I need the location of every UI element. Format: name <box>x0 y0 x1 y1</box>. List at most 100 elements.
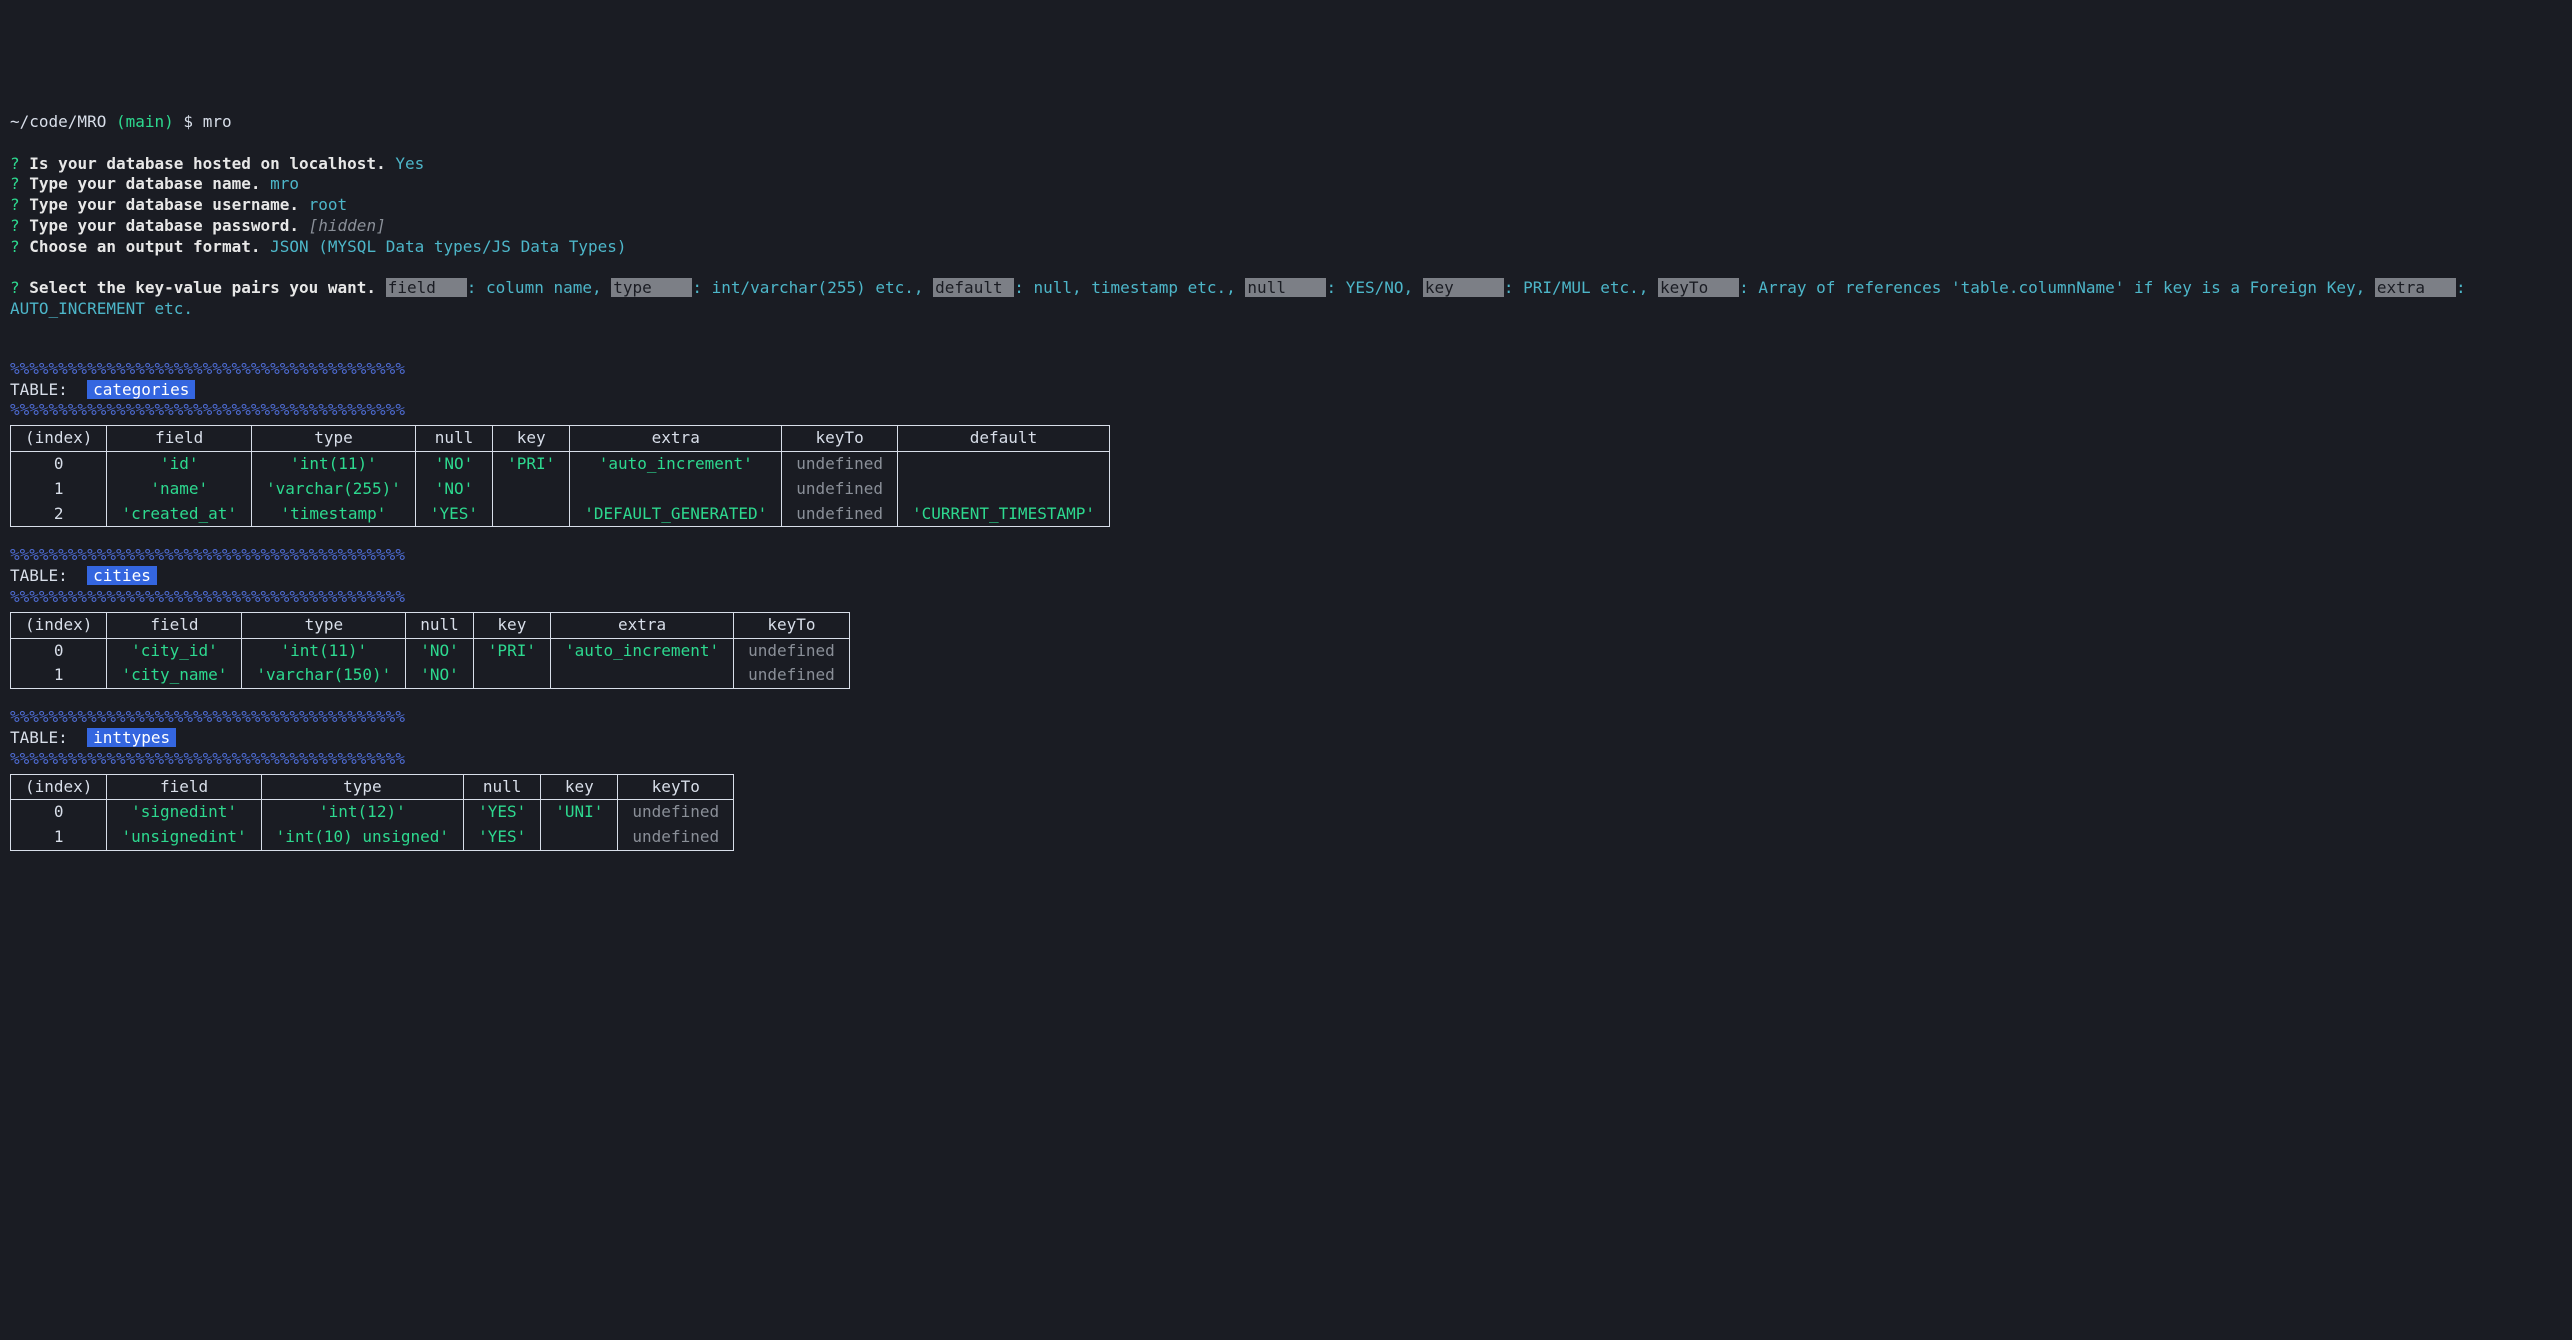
table-decor-line: %%%%%%%%%%%%%%%%%%%%%%%%%%%%%%%%%%%%%%%%… <box>10 359 2562 380</box>
table-label: TABLE: <box>10 728 87 747</box>
table-cell: 1 <box>11 663 107 688</box>
table-cell: 'auto_increment' <box>570 451 782 476</box>
table-header-cell: (index) <box>11 774 107 800</box>
table-name: categories <box>87 380 195 399</box>
table-header-cell: null <box>415 426 492 452</box>
table-label: TABLE: <box>10 566 87 585</box>
table-header-cell: field <box>107 612 242 638</box>
table-header-cell: key <box>541 774 618 800</box>
table-cell <box>473 663 550 688</box>
table-header-cell: extra <box>570 426 782 452</box>
table-name-line: TABLE: cities <box>10 566 2562 587</box>
table-cell: 'NO' <box>406 663 474 688</box>
kv-pair-key: field <box>386 278 467 297</box>
table-cell <box>897 451 1109 476</box>
table-cell: 'PRI' <box>473 638 550 663</box>
table-cell: 'NO' <box>415 451 492 476</box>
table-row: 1'unsignedint''int(10) unsigned''YES'und… <box>11 825 734 850</box>
table-header-row: (index)fieldtypenullkeyextrakeyTodefault <box>11 426 1110 452</box>
table-cell <box>897 477 1109 502</box>
table-section: %%%%%%%%%%%%%%%%%%%%%%%%%%%%%%%%%%%%%%%%… <box>10 707 2562 851</box>
table-cell: 'city_name' <box>107 663 242 688</box>
prompt-label: Type your database name. <box>29 174 260 193</box>
prompt-label: Is your database hosted on localhost. <box>29 154 385 173</box>
table-cell: 'varchar(150)' <box>242 663 406 688</box>
table-row: 0'signedint''int(12)''YES''UNI'undefined <box>11 800 734 825</box>
prompt-marker: ? <box>10 216 20 235</box>
table-header-cell: null <box>406 612 474 638</box>
command: mro <box>203 112 232 131</box>
kv-pair-desc: : null, timestamp etc., <box>1014 278 1236 297</box>
table-cell: 'auto_increment' <box>550 638 733 663</box>
table-cell: 'signedint' <box>107 800 261 825</box>
table-cell: 'created_at' <box>107 502 252 527</box>
table-header-row: (index)fieldtypenullkeykeyTo <box>11 774 734 800</box>
table-header-cell: extra <box>550 612 733 638</box>
table-row: 2'created_at''timestamp''YES''DEFAULT_GE… <box>11 502 1110 527</box>
table-cell: undefined <box>618 825 734 850</box>
table-row: 0'city_id''int(11)''NO''PRI''auto_increm… <box>11 638 850 663</box>
table-cell: 'varchar(255)' <box>252 477 416 502</box>
prompt-marker: ? <box>10 174 20 193</box>
table-name: inttypes <box>87 728 176 747</box>
kv-pair-desc: : int/varchar(255) etc., <box>692 278 923 297</box>
table-header-cell: type <box>261 774 463 800</box>
table-cell <box>493 477 570 502</box>
table-header-cell: (index) <box>11 612 107 638</box>
table-cell: 2 <box>11 502 107 527</box>
tables-output: %%%%%%%%%%%%%%%%%%%%%%%%%%%%%%%%%%%%%%%%… <box>10 359 2562 851</box>
table-cell: 'PRI' <box>493 451 570 476</box>
table-header-cell: keyTo <box>618 774 734 800</box>
table-cell: 'int(11)' <box>252 451 416 476</box>
prompt-answer: mro <box>270 174 299 193</box>
table-cell: 'unsignedint' <box>107 825 261 850</box>
table-cell: undefined <box>782 451 898 476</box>
prompt-label: Type your database username. <box>29 195 299 214</box>
table-cell: undefined <box>782 502 898 527</box>
table-cell: 1 <box>11 825 107 850</box>
table-header-cell: keyTo <box>734 612 850 638</box>
table-cell: 'DEFAULT_GENERATED' <box>570 502 782 527</box>
table-cell: 1 <box>11 477 107 502</box>
table-cell: 'city_id' <box>107 638 242 663</box>
terminal-output: ~/code/MRO (main) $ mro ? Is your databa… <box>10 91 2562 874</box>
table-cell <box>493 502 570 527</box>
table-header-cell: field <box>107 774 261 800</box>
cwd-path: ~/code/MRO <box>10 112 106 131</box>
table-header-cell: keyTo <box>782 426 898 452</box>
table-header-cell: (index) <box>11 426 107 452</box>
table-cell: 0 <box>11 451 107 476</box>
kv-pair-key: keyTo <box>1658 278 1739 297</box>
table-header-cell: null <box>464 774 541 800</box>
prompt-dollar: $ <box>183 112 193 131</box>
prompt-answer: [hidden] <box>309 216 386 235</box>
table-header-cell: field <box>107 426 252 452</box>
table-cell: 'int(12)' <box>261 800 463 825</box>
table-row: 1'name''varchar(255)''NO' undefined <box>11 477 1110 502</box>
kv-pair-desc: : column name, <box>467 278 602 297</box>
kv-pair-desc: : YES/NO, <box>1326 278 1413 297</box>
table-cell: 'name' <box>107 477 252 502</box>
shell-prompt-line: ~/code/MRO (main) $ mro <box>10 112 2562 133</box>
table-cell: undefined <box>782 477 898 502</box>
table-decor-line: %%%%%%%%%%%%%%%%%%%%%%%%%%%%%%%%%%%%%%%%… <box>10 587 2562 608</box>
table-decor-line: %%%%%%%%%%%%%%%%%%%%%%%%%%%%%%%%%%%%%%%%… <box>10 707 2562 728</box>
prompt-line: ? Is your database hosted on localhost. … <box>10 154 2562 175</box>
table-header-cell: type <box>252 426 416 452</box>
table-cell: 'UNI' <box>541 800 618 825</box>
schema-table: (index)fieldtypenullkeyextrakeyTo0'city_… <box>10 612 850 689</box>
prompt-answer: JSON (MYSQL Data types/JS Data Types) <box>270 237 626 256</box>
table-cell: 'NO' <box>406 638 474 663</box>
table-decor-line: %%%%%%%%%%%%%%%%%%%%%%%%%%%%%%%%%%%%%%%%… <box>10 545 2562 566</box>
table-decor-line: %%%%%%%%%%%%%%%%%%%%%%%%%%%%%%%%%%%%%%%%… <box>10 749 2562 770</box>
table-name-line: TABLE: categories <box>10 380 2562 401</box>
kv-pair-key: null <box>1245 278 1326 297</box>
table-header-cell: key <box>493 426 570 452</box>
table-cell: undefined <box>618 800 734 825</box>
table-header-row: (index)fieldtypenullkeyextrakeyTo <box>11 612 850 638</box>
cli-prompts: ? Is your database hosted on localhost. … <box>10 154 2562 258</box>
prompt-label: Type your database password. <box>29 216 299 235</box>
table-cell: 'NO' <box>415 477 492 502</box>
table-cell: 'int(10) unsigned' <box>261 825 463 850</box>
table-name: cities <box>87 566 157 585</box>
